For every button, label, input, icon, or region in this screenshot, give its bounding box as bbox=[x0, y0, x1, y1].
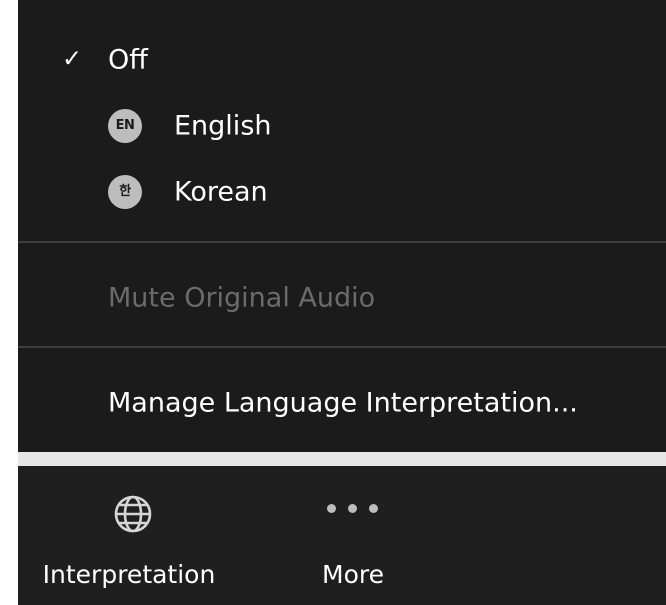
menu-item-off[interactable]: ✓ Off bbox=[18, 30, 666, 90]
menu-item-mute-original-audio: Mute Original Audio bbox=[18, 268, 666, 328]
menu-toolbar-gap bbox=[18, 452, 666, 466]
more-button[interactable]: More bbox=[288, 466, 418, 605]
stage: ✓ Off EN English 한 Korean Mute Original … bbox=[0, 0, 666, 605]
meeting-toolbar: Interpretation More bbox=[18, 466, 666, 605]
menu-item-english[interactable]: EN English bbox=[18, 96, 666, 156]
korean-badge-icon: 한 bbox=[108, 175, 142, 209]
menu-divider bbox=[18, 241, 666, 243]
menu-item-manage-language-interpretation[interactable]: Manage Language Interpretation... bbox=[18, 373, 666, 433]
menu-divider bbox=[18, 346, 666, 348]
interpretation-button[interactable]: Interpretation bbox=[18, 466, 248, 605]
menu-item-label: Manage Language Interpretation... bbox=[108, 387, 578, 419]
interpretation-menu: ✓ Off EN English 한 Korean Mute Original … bbox=[18, 0, 666, 452]
more-label: More bbox=[322, 560, 384, 589]
interpretation-label: Interpretation bbox=[42, 560, 216, 589]
more-dots-icon bbox=[327, 504, 379, 514]
globe-icon bbox=[114, 495, 152, 533]
menu-item-label: Korean bbox=[174, 176, 268, 208]
menu-item-label: Off bbox=[108, 44, 148, 76]
english-badge-icon: EN bbox=[108, 109, 142, 143]
menu-item-label: English bbox=[174, 110, 272, 142]
menu-item-label: Mute Original Audio bbox=[108, 282, 376, 314]
checkmark-icon: ✓ bbox=[62, 44, 83, 73]
menu-item-korean[interactable]: 한 Korean bbox=[18, 162, 666, 222]
